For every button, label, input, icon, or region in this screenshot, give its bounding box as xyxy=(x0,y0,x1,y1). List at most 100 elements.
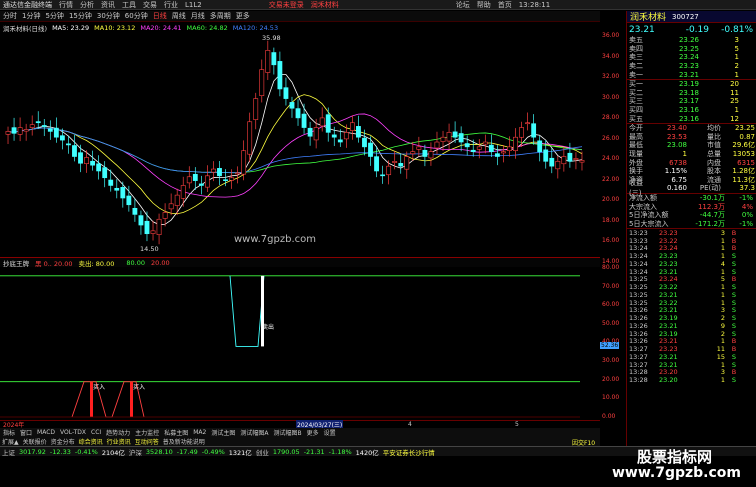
candle-body xyxy=(507,146,512,151)
period-daily[interactable]: 日线 xyxy=(153,11,167,21)
candle-body xyxy=(289,102,295,109)
bid-price: 23.16 xyxy=(678,114,699,123)
stat-label-2: PE(动) xyxy=(699,184,721,193)
candlestick-chart[interactable] xyxy=(0,32,600,254)
indicator-chart[interactable] xyxy=(0,267,600,419)
menu-tools[interactable]: 工具 xyxy=(122,0,136,10)
ma60-line xyxy=(7,127,583,174)
tab-test-main[interactable]: 测试主图 xyxy=(210,428,236,437)
menu-forum[interactable]: 论坛 xyxy=(456,0,470,10)
price-tick: 24.00 xyxy=(602,155,620,162)
sh-amount: 2104亿 xyxy=(101,448,125,457)
stock-header: 润禾材料 300727 xyxy=(627,11,756,23)
tab-ma2[interactable]: MA2 xyxy=(192,429,207,436)
ma120-value: MA120: 24.53 xyxy=(232,23,279,32)
fund-flow-table: 净流入额 -30.1万 -1% 大宗流入 112.3万 4% 5日净流入额 -44.7万 0% 5… xyxy=(627,194,756,230)
tab-private[interactable]: 私募主图 xyxy=(163,428,189,437)
candle-body xyxy=(386,165,392,176)
f10-label[interactable]: 因交F10 xyxy=(572,438,595,447)
price-tick: 36.00 xyxy=(602,32,620,39)
period-15min[interactable]: 15分钟 xyxy=(69,11,92,21)
tab-test-a[interactable]: 测试幅图A xyxy=(239,428,269,437)
login-status[interactable]: 交易未登录 xyxy=(269,0,304,10)
tab-related-quote[interactable]: 关联报价 xyxy=(23,437,47,446)
indicator-current-tag: 52.36 xyxy=(600,342,620,349)
quote-panel: 润禾材料 300727 23.21 -0.19 -0.81% 卖五 23.26 3 卖… xyxy=(626,11,756,446)
tick-time: 13:28 xyxy=(629,376,648,385)
ask-volume: 5 xyxy=(734,44,739,53)
tab-more[interactable]: 更多 xyxy=(306,428,320,437)
tab-fund-dist[interactable]: 资金分布 xyxy=(51,437,75,446)
period-more[interactable]: 更多 xyxy=(236,11,250,21)
menu-help[interactable]: 帮助 xyxy=(477,0,491,10)
period-fenshi[interactable]: 分时 xyxy=(3,11,17,21)
tab-settings[interactable]: 设置 xyxy=(323,428,337,437)
period-5min[interactable]: 5分钟 xyxy=(45,11,63,21)
candle-body xyxy=(41,125,47,127)
candle-body xyxy=(156,218,162,235)
ask-price: 23.26 xyxy=(678,36,699,45)
tick-row: 13:25 23.22 1 S xyxy=(627,283,756,291)
menu-news[interactable]: 资讯 xyxy=(101,0,115,10)
stat-value: 23.40 xyxy=(666,124,687,133)
date-month-4: 4 xyxy=(408,421,412,428)
tab-main-monitor[interactable]: 主力监控 xyxy=(134,428,160,437)
sz-amount: 1321亿 xyxy=(228,448,252,457)
tick-row: 13:23 23.22 1 B xyxy=(627,237,756,245)
candle-body xyxy=(295,108,301,119)
tick-row: 13:24 23.24 1 B xyxy=(627,244,756,252)
candle-body xyxy=(144,220,150,235)
broker-name: 平安证券长沙行情 xyxy=(382,448,435,457)
menu-home[interactable]: 首页 xyxy=(498,0,512,10)
period-1min[interactable]: 1分钟 xyxy=(22,11,40,21)
menu-l1l2[interactable]: L1L2 xyxy=(185,1,202,9)
tab-macd[interactable]: MACD xyxy=(36,429,56,436)
stat-value: 6.75 xyxy=(671,175,687,184)
candle-body xyxy=(180,185,186,199)
tab-window[interactable]: 窗口 xyxy=(19,428,33,437)
tab-news[interactable]: 综合资讯 xyxy=(79,437,103,446)
menu-analysis[interactable]: 分析 xyxy=(80,0,94,10)
menu-industry[interactable]: 行业 xyxy=(164,0,178,10)
candle-body xyxy=(59,135,65,141)
tick-row: 13:26 23.21 3 S xyxy=(627,306,756,314)
tick-list[interactable]: 13:23 23.23 3 B 13:23 23.22 1 B 13:24 23.24 1 B 13:2… xyxy=(627,229,756,384)
candle-body xyxy=(543,149,549,162)
menu-trade[interactable]: 交易 xyxy=(143,0,157,10)
period-multi[interactable]: 多周期 xyxy=(210,11,231,21)
tab-expand[interactable]: 扩展▲ xyxy=(2,437,19,446)
window-stock-name: 润禾材料 xyxy=(310,0,339,9)
sz-name[interactable]: 沪深 xyxy=(129,447,142,457)
tab-industry-news[interactable]: 行业资讯 xyxy=(107,437,131,446)
tab-indicator[interactable]: 指标 xyxy=(2,428,16,437)
bid-volume: 20 xyxy=(730,80,739,89)
cy-name[interactable]: 创业 xyxy=(256,447,269,457)
tab-trend[interactable]: 趋势动力 xyxy=(105,428,131,437)
ma10-value: MA10: 23.12 xyxy=(94,23,136,32)
period-60min[interactable]: 60分钟 xyxy=(125,11,148,21)
period-30min[interactable]: 30分钟 xyxy=(97,11,120,21)
candle-body xyxy=(392,161,398,163)
sell-signal-label: 卖出 xyxy=(262,324,275,331)
candle-body xyxy=(132,207,138,215)
price-tick: 34.00 xyxy=(602,52,620,60)
tab-vol[interactable]: VOL-TDX xyxy=(59,429,87,436)
cy-change: -21.31 xyxy=(303,447,325,456)
tab-new-features[interactable]: 普及新功能说明 xyxy=(163,437,205,446)
tab-qa[interactable]: 互动问答 xyxy=(135,437,159,446)
tab-cci[interactable]: CCI xyxy=(90,429,102,436)
sh-name[interactable]: 上证 xyxy=(2,447,15,457)
buy-signal-label-2: 买入 xyxy=(133,384,146,391)
ask-label: 卖一 xyxy=(629,70,643,79)
candle-body xyxy=(404,156,410,170)
date-axis: 2024年 2024/03/27(三) 4 5 xyxy=(0,420,600,429)
period-monthly[interactable]: 月线 xyxy=(191,11,205,21)
menu-market[interactable]: 行情 xyxy=(59,0,73,10)
candle-body xyxy=(78,152,83,164)
indicator-name[interactable]: 抄底王牌 xyxy=(3,258,29,268)
candle-body xyxy=(452,131,458,138)
period-weekly[interactable]: 周线 xyxy=(172,11,186,21)
tab-test-b[interactable]: 测试幅图B xyxy=(272,428,302,437)
candle-body xyxy=(476,146,482,150)
stat-value: 6738 xyxy=(669,158,687,167)
